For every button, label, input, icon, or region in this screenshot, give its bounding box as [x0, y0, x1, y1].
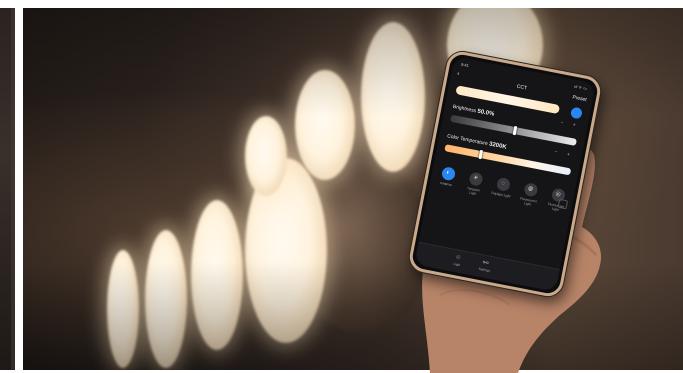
mode-button-1[interactable]: ☀ Tungsten Light: [461, 171, 486, 204]
light-mode-row: ◐ Adaptive ☀ Tungsten Light ◌ Daylight Light ◍…: [434, 165, 569, 220]
daylight-icon: ◌: [495, 176, 511, 192]
brightness-value: 50.0%: [476, 108, 495, 118]
mode-label: Daylight Light: [491, 190, 511, 199]
adjacent-photo-edge: [0, 8, 15, 370]
cct-value: 3200K: [488, 141, 508, 151]
mode-label: Adaptive: [439, 180, 453, 188]
mode-label: Tungsten Light: [466, 186, 481, 196]
cct-step-controls[interactable]: − +: [554, 149, 574, 159]
sun-icon: ☀: [467, 171, 484, 187]
mode-label: Fluorescent Light: [519, 196, 538, 207]
mode-button-3[interactable]: ◍ Fluorescent Light: [516, 181, 541, 214]
mode-button-0[interactable]: ◐ Adaptive: [434, 165, 459, 198]
tab-light[interactable]: ⌾ Light: [445, 252, 471, 268]
preset-button[interactable]: Preset: [572, 95, 587, 104]
mode-button-2[interactable]: ◌ Daylight Light: [489, 176, 514, 209]
brightness-slider-thumb[interactable]: [512, 125, 518, 136]
dial-icon: ◐: [440, 166, 456, 182]
tab-label: Settings: [478, 266, 491, 273]
status-time: 9:41: [460, 61, 470, 69]
brightness-step-controls[interactable]: − +: [560, 120, 580, 130]
cct-slider-thumb[interactable]: [477, 149, 483, 160]
scroll-indicator: [557, 198, 569, 210]
tab-settings[interactable]: ⚯ Settings: [472, 258, 498, 274]
fluorescent-icon: ◍: [522, 182, 539, 198]
brightness-label: Brightness: [452, 103, 477, 115]
tab-label: Light: [453, 261, 461, 268]
signal-battery-icon: ııl ᯤ ▭: [573, 83, 588, 91]
photo-scene: 9:41 ııl ᯤ ▭ ‹ CCT Preset Brightness 50.…: [0, 0, 683, 373]
color-picker-button[interactable]: [570, 106, 583, 120]
